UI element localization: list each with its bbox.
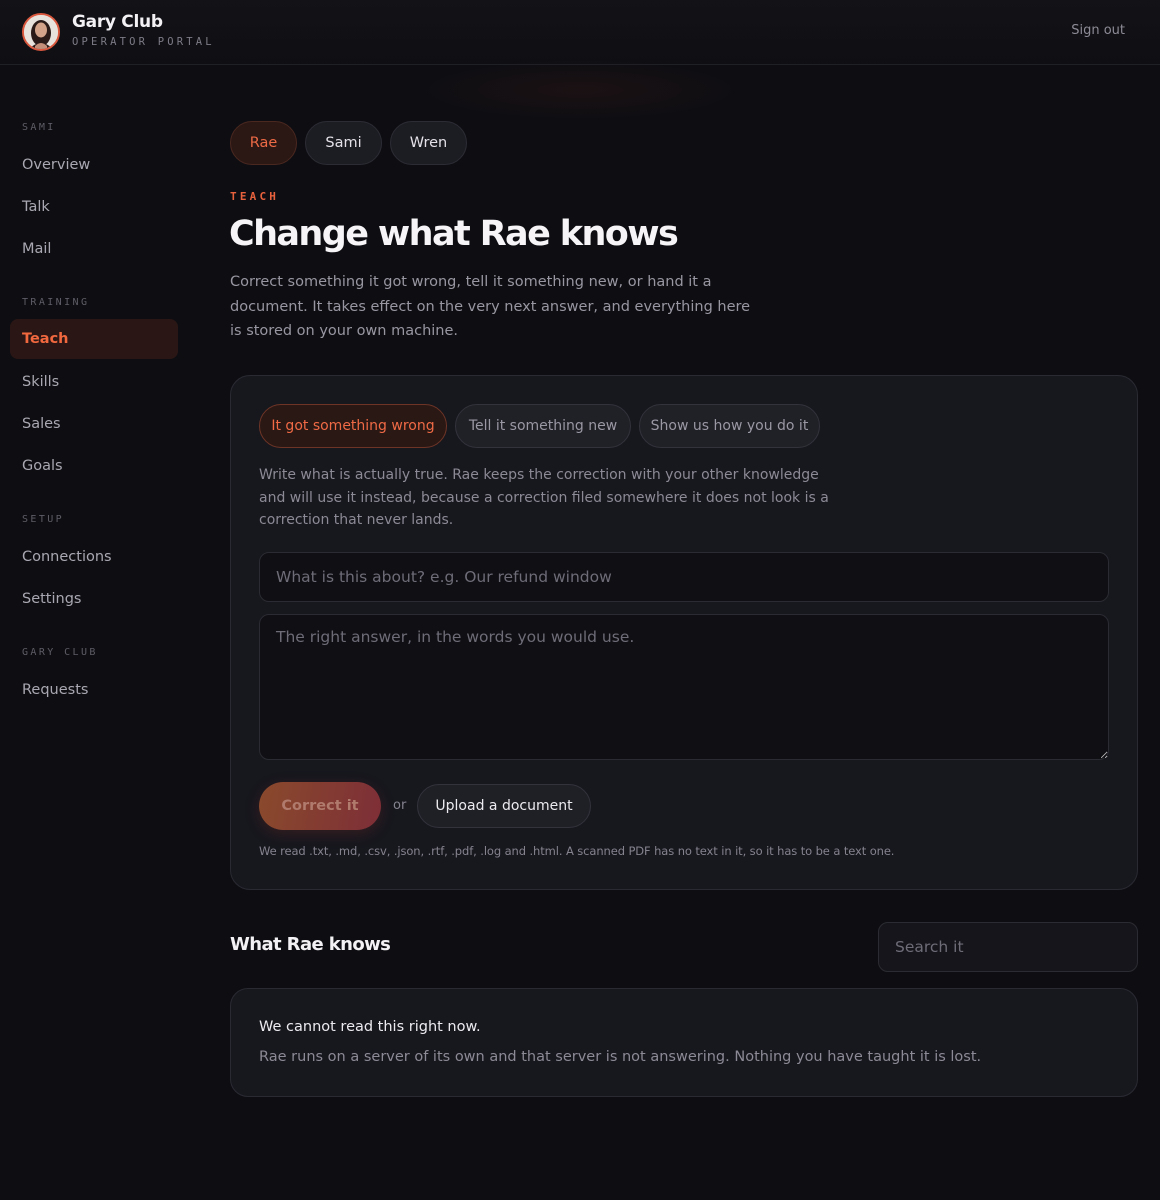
sidebar-item-talk[interactable]: Talk [10, 187, 178, 227]
correct-it-button[interactable]: Correct it [259, 782, 381, 830]
page-title: Change what Rae knows [229, 214, 679, 254]
sidebar-item-connections[interactable]: Connections [10, 537, 178, 577]
agent-pill-wren[interactable]: Wren [390, 121, 467, 165]
sidebar-item-settings[interactable]: Settings [10, 579, 178, 619]
answer-textarea[interactable] [259, 614, 1109, 760]
header-glow [420, 60, 740, 120]
upload-document-button[interactable]: Upload a document [417, 784, 591, 828]
knowledge-search-input[interactable] [878, 922, 1138, 972]
error-message: Rae runs on a server of its own and that… [259, 1049, 982, 1065]
page-eyebrow: TEACH [230, 190, 280, 203]
tab-show-how-you-do-it[interactable]: Show us how you do it [639, 404, 820, 448]
file-types-note: We read .txt, .md, .csv, .json, .rtf, .p… [259, 844, 895, 858]
agent-pill-sami[interactable]: Sami [305, 121, 382, 165]
sidebar: SAMI Overview Talk Mail TRAINING Teach S… [0, 65, 190, 1200]
sidebar-item-overview[interactable]: Overview [10, 145, 178, 185]
tab-tell-something-new[interactable]: Tell it something new [455, 404, 631, 448]
sign-out-link[interactable]: Sign out [1071, 23, 1125, 38]
error-title: We cannot read this right now. [259, 1019, 481, 1035]
sidebar-item-teach[interactable]: Teach [10, 319, 178, 359]
sidebar-section-sami: SAMI [22, 122, 56, 133]
sidebar-item-requests[interactable]: Requests [10, 670, 178, 710]
sidebar-item-sales[interactable]: Sales [10, 404, 178, 444]
top-bar: Gary Club OPERATOR PORTAL Sign out [0, 0, 1160, 65]
sidebar-section-setup: SETUP [22, 514, 65, 525]
tab-got-something-wrong[interactable]: It got something wrong [259, 404, 447, 448]
teach-card: It got something wrong Tell it something… [230, 375, 1138, 890]
sidebar-item-goals[interactable]: Goals [10, 446, 178, 486]
sidebar-item-skills[interactable]: Skills [10, 362, 178, 402]
agent-pill-rae[interactable]: Rae [230, 121, 297, 165]
sidebar-item-mail[interactable]: Mail [10, 229, 178, 269]
sidebar-section-gary-club: GARY CLUB [22, 647, 98, 658]
or-separator: or [393, 798, 407, 813]
correction-help-text: Write what is actually true. Rae keeps t… [259, 467, 829, 528]
knowledge-title: What Rae knows [230, 934, 391, 955]
page-description: Correct something it got wrong, tell it … [230, 274, 751, 339]
topic-input[interactable] [259, 552, 1109, 602]
brand-name: Gary Club [72, 12, 163, 32]
brand-subtitle: OPERATOR PORTAL [72, 36, 215, 48]
sidebar-section-training: TRAINING [22, 297, 90, 308]
user-avatar-icon[interactable] [22, 13, 60, 51]
knowledge-error-card: We cannot read this right now. Rae runs … [230, 988, 1138, 1097]
